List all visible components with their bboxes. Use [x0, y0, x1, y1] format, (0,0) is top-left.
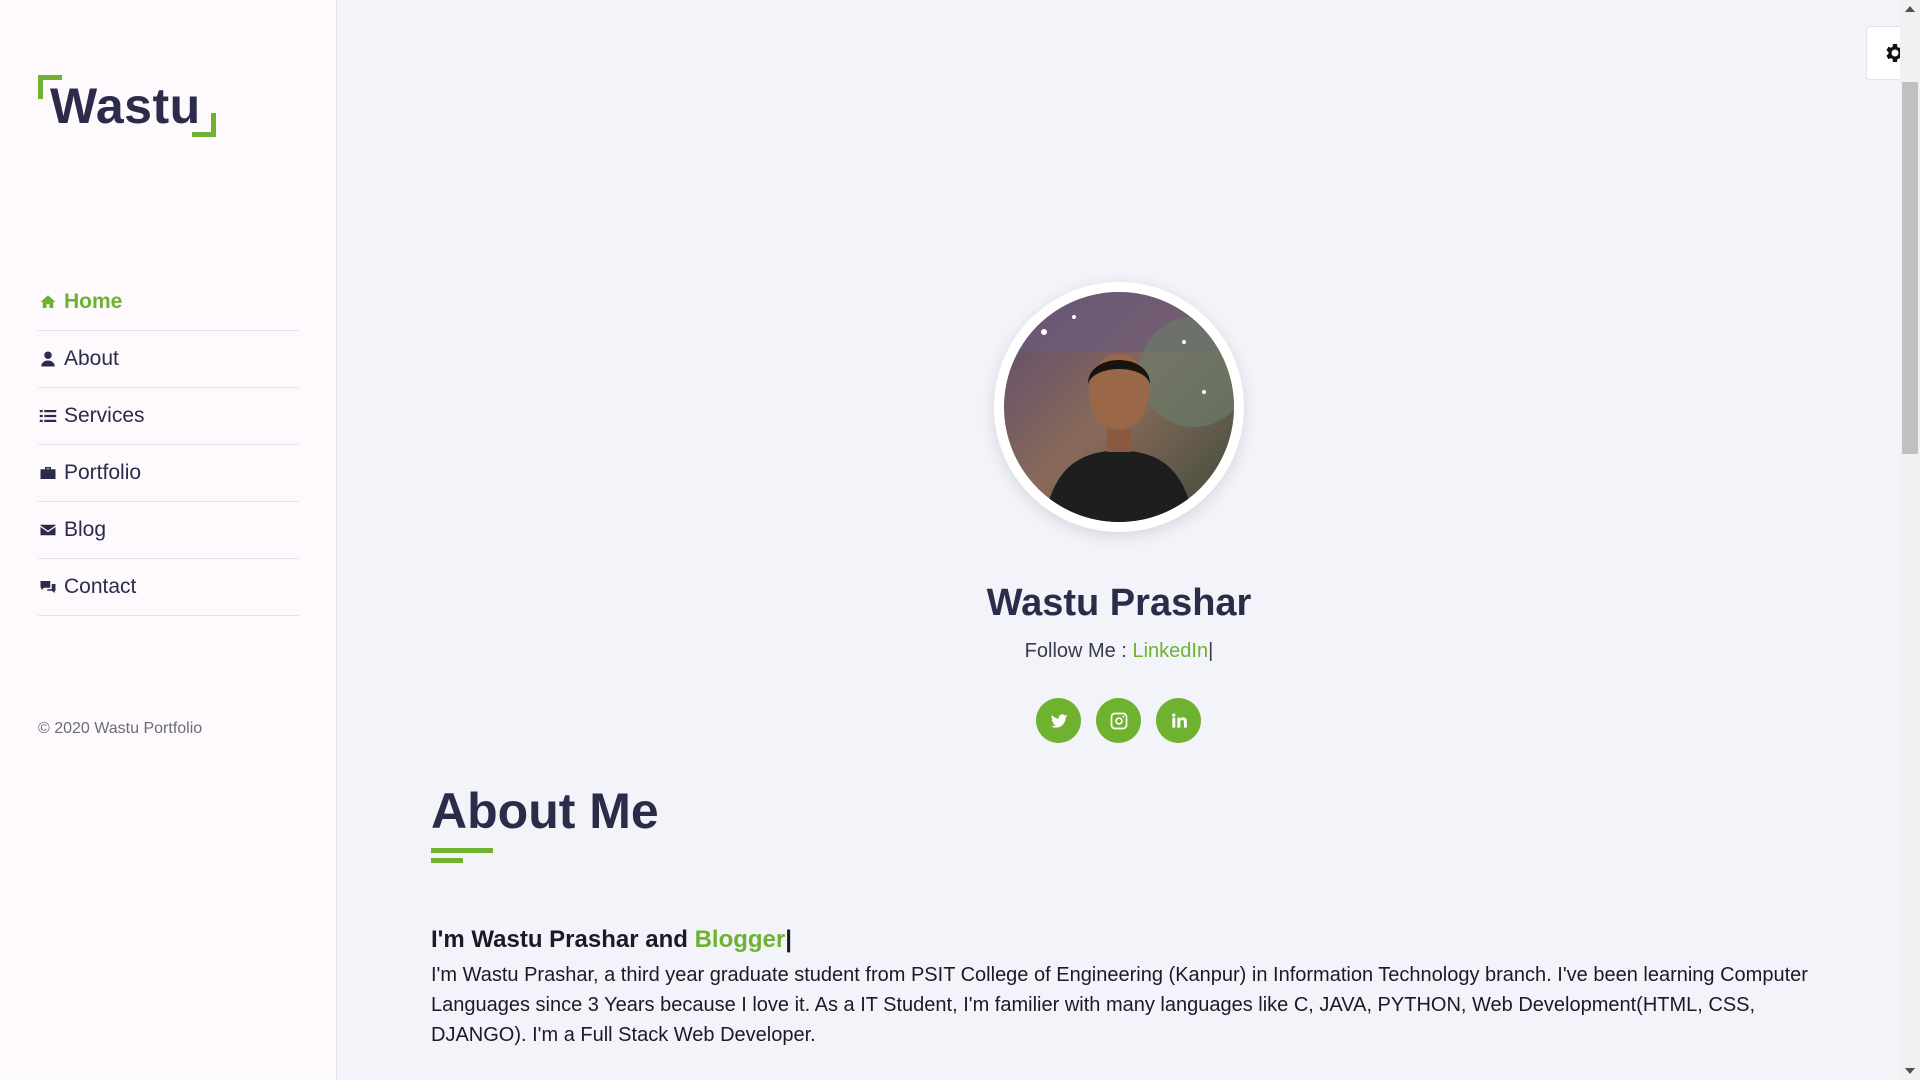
main-content: Wastu Prashar Follow Me : LinkedIn| Abou… [338, 0, 1900, 1080]
profile-photo [1004, 292, 1234, 522]
main-nav: Home About Services Portfolio Blog Conta… [38, 274, 299, 616]
profile-name: Wastu Prashar [986, 582, 1252, 624]
user-icon [38, 349, 58, 369]
nav-item-label: Blog [64, 518, 107, 541]
nav-item-services[interactable]: Services [38, 388, 299, 445]
envelope-icon [38, 520, 58, 540]
instagram-icon [1110, 712, 1127, 729]
nav-item-label: Services [64, 404, 145, 427]
logo-text: Wastu [50, 78, 201, 134]
about-title: About Me [431, 783, 659, 839]
comments-icon [38, 577, 58, 597]
nav-item-home[interactable]: Home [38, 274, 299, 331]
social-links [1036, 698, 1201, 743]
about-bio: I'm Wastu Prashar, a third year graduate… [431, 964, 1808, 1046]
logo-corner-bottom-right [192, 113, 216, 137]
follow-line: Follow Me : LinkedIn| [338, 640, 1900, 663]
nav-item-blog[interactable]: Blog [38, 502, 299, 559]
nav-item-label: Portfolio [64, 461, 142, 484]
typing-cursor: | [1208, 640, 1214, 662]
list-icon [38, 406, 58, 426]
follow-prefix: Follow Me : [1024, 640, 1133, 662]
page-scrollbar[interactable] [1900, 0, 1920, 1080]
typing-cursor: | [785, 926, 792, 953]
nav-item-label: About [64, 347, 119, 370]
twitter-button[interactable] [1036, 698, 1081, 743]
intro-role: Blogger [694, 926, 786, 953]
nav-item-contact[interactable]: Contact [38, 559, 299, 616]
linkedin-button[interactable] [1156, 698, 1201, 743]
intro-prefix: I'm Wastu Prashar and [431, 926, 695, 953]
scroll-up-arrow[interactable] [1900, 0, 1920, 18]
scrollbar-thumb[interactable] [1902, 82, 1918, 454]
about-intro: I'm Wastu Prashar and Blogger| [431, 926, 792, 954]
logo[interactable]: Wastu [38, 75, 218, 137]
title-underline-long [431, 848, 493, 853]
twitter-icon [1050, 713, 1067, 728]
nav-item-about[interactable]: About [38, 331, 299, 388]
copyright-text: © 2020 Wastu Portfolio [38, 720, 203, 737]
scroll-down-arrow[interactable] [1900, 1062, 1920, 1080]
nav-item-label: Home [64, 290, 123, 313]
sidebar: Wastu Home About Services Portfolio Blog… [0, 0, 337, 1080]
linkedin-icon [1171, 713, 1187, 728]
nav-item-portfolio[interactable]: Portfolio [38, 445, 299, 502]
instagram-button[interactable] [1096, 698, 1141, 743]
nav-item-label: Contact [64, 575, 137, 598]
briefcase-icon [38, 463, 58, 483]
follow-linkedin-link[interactable]: LinkedIn [1132, 640, 1208, 662]
profile-photo-frame [994, 282, 1244, 532]
title-underline-short [431, 858, 463, 863]
home-icon [38, 292, 58, 312]
